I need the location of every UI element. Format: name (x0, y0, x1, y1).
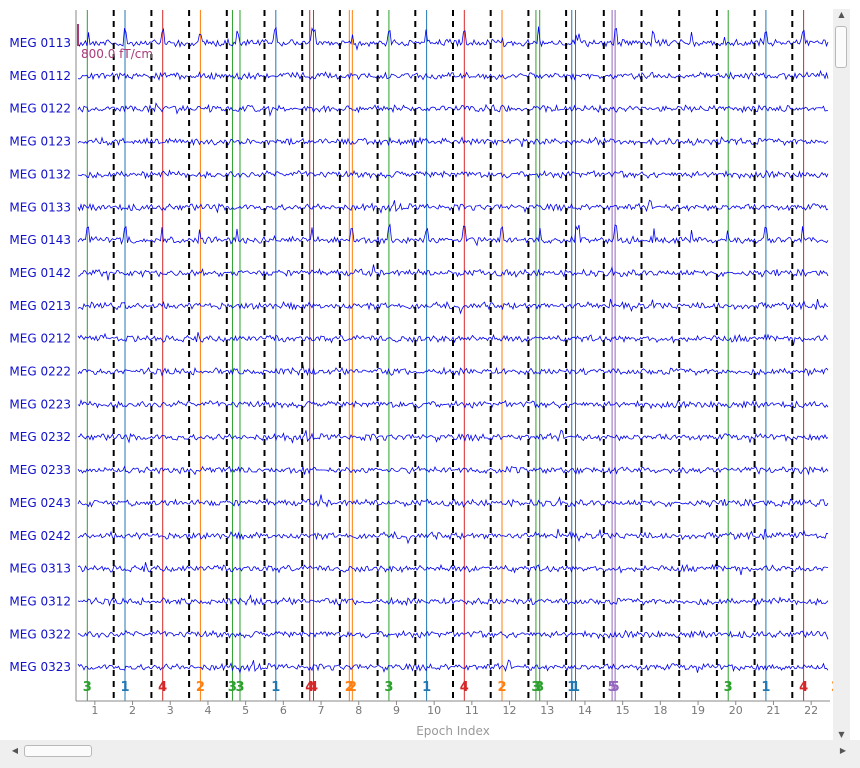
event-id-label: 3 (384, 680, 393, 695)
scroll-right-arrow-icon[interactable]: ▶ (836, 743, 850, 759)
horizontal-scrollbar[interactable]: ◀ ▶ (8, 743, 850, 759)
x-tick-label: 20 (729, 704, 743, 717)
event-id-label: 2 (497, 680, 506, 695)
channel-label: MEG 0243 (9, 496, 71, 510)
x-tick-label: 2 (129, 704, 136, 717)
x-tick-label: 1 (91, 704, 98, 717)
event-id-label: 3 (535, 680, 544, 695)
event-id-label: 2 (348, 680, 357, 695)
x-axis-label: Epoch Index (416, 724, 490, 738)
x-tick-label: 6 (280, 704, 287, 717)
channel-label: MEG 0122 (9, 102, 71, 116)
x-tick-label: 15 (616, 704, 630, 717)
event-id-label: 4 (460, 680, 469, 695)
x-tick-label: 9 (393, 704, 400, 717)
channel-label: MEG 0143 (9, 233, 71, 247)
x-tick-label: 10 (427, 704, 441, 717)
x-tick-label: 8 (355, 704, 362, 717)
scale-bar-label: 800.0 fT/cm (81, 47, 153, 61)
event-id-label: 4 (158, 680, 167, 695)
channel-label: MEG 0223 (9, 397, 71, 411)
x-tick-label: 7 (318, 704, 325, 717)
x-tick-label: 4 (204, 704, 211, 717)
x-tick-label: 3 (167, 704, 174, 717)
channel-label: MEG 0142 (9, 266, 71, 280)
channel-label: MEG 0112 (9, 69, 71, 83)
channel-label: MEG 0132 (9, 167, 71, 181)
event-id-label: 3 (83, 680, 92, 695)
x-tick-label: 22 (804, 704, 818, 717)
event-id-label: 3 (235, 680, 244, 695)
event-id-label: 1 (120, 680, 129, 695)
event-id-label: 2 (196, 680, 205, 695)
channel-label: MEG 0323 (9, 660, 71, 674)
x-tick-label: 14 (578, 704, 592, 717)
channel-label: MEG 0242 (9, 529, 71, 543)
horizontal-scroll-thumb[interactable] (24, 745, 92, 757)
channel-label: MEG 0322 (9, 627, 71, 641)
channel-label: MEG 0212 (9, 332, 71, 346)
epochs-chart: MEG 0113 MEG 0112 MEG 0122 MEG 0123 MEG 0132… (9, 10, 845, 738)
channel-label: MEG 0313 (9, 562, 71, 576)
vertical-scrollbar[interactable]: ▲ ▼ (833, 9, 850, 741)
channel-label: MEG 0113 (9, 36, 71, 50)
scroll-down-arrow-icon[interactable]: ▼ (833, 729, 850, 741)
x-tick-label: 5 (242, 704, 249, 717)
channel-label: MEG 0312 (9, 594, 71, 608)
x-tick-label: 11 (465, 704, 479, 717)
event-id-label: 5 (611, 680, 620, 695)
channel-label: MEG 0133 (9, 200, 71, 214)
epochs-plot-area: MEG 0113 MEG 0112 MEG 0122 MEG 0123 MEG 0132… (0, 0, 860, 740)
event-id-label: 4 (309, 680, 318, 695)
event-id-label: 1 (761, 680, 770, 695)
channel-label: MEG 0213 (9, 299, 71, 313)
x-tick-label: 18 (653, 704, 667, 717)
x-tick-label: 21 (766, 704, 780, 717)
x-tick-label: 13 (540, 704, 554, 717)
channel-label: MEG 0232 (9, 430, 71, 444)
x-tick-label: 19 (691, 704, 705, 717)
event-id-label: 4 (799, 680, 808, 695)
event-id-label: 1 (422, 680, 431, 695)
channel-label: MEG 0123 (9, 135, 71, 149)
channel-label: MEG 0233 (9, 463, 71, 477)
event-id-label: 1 (571, 680, 580, 695)
vertical-scroll-thumb[interactable] (835, 26, 847, 68)
x-tick-label: 12 (503, 704, 517, 717)
event-id-label: 3 (724, 680, 733, 695)
event-id-label: 1 (271, 680, 280, 695)
scroll-up-arrow-icon[interactable]: ▲ (833, 9, 850, 21)
channel-label: MEG 0222 (9, 365, 71, 379)
scroll-left-arrow-icon[interactable]: ◀ (8, 743, 22, 759)
